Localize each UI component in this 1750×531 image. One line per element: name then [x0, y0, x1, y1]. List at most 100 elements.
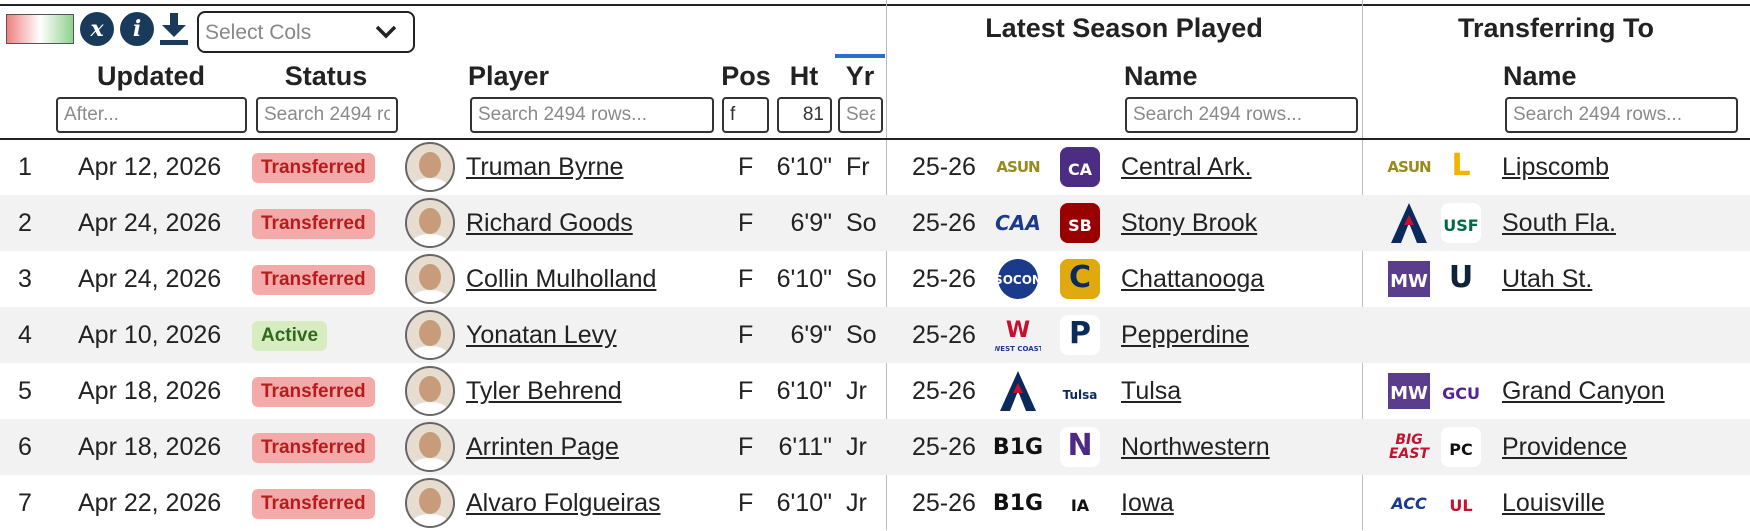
svg-text:W: W: [1006, 318, 1030, 343]
table-row[interactable]: 3 Apr 24, 2026 Transferred Collin Mulhollan…: [0, 251, 1750, 307]
school-name-link[interactable]: Tulsa: [1121, 363, 1181, 419]
school-name-link[interactable]: Iowa: [1121, 475, 1174, 531]
height: 6'10": [776, 265, 832, 293]
to-school-name-link[interactable]: Utah St.: [1502, 251, 1592, 307]
school-name-link[interactable]: Northwestern: [1121, 419, 1270, 475]
position: F: [738, 321, 754, 349]
school-name-link[interactable]: Stony Brook: [1121, 195, 1257, 251]
player-name-link[interactable]: Tyler Behrend: [466, 363, 622, 419]
avatar: [405, 422, 455, 472]
year: Jr: [846, 377, 867, 405]
player-name-link[interactable]: Yonatan Levy: [466, 307, 617, 363]
col-header-pos[interactable]: Pos: [716, 61, 776, 92]
clear-filters-icon[interactable]: x: [80, 12, 114, 46]
avatar-head: [419, 320, 441, 346]
col-header-updated[interactable]: Updated: [56, 61, 246, 92]
to-school-name-link[interactable]: Providence: [1502, 419, 1627, 475]
svg-text:PC: PC: [1449, 440, 1472, 459]
col-header-season-name[interactable]: Name: [1124, 61, 1234, 92]
school-logo-icon: P: [1057, 315, 1103, 355]
status-badge: Transferred: [252, 433, 375, 463]
to-school-logo-icon: U: [1438, 259, 1484, 299]
to-school-name-link[interactable]: Louisville: [1502, 475, 1605, 531]
player-name-link[interactable]: Collin Mulholland: [466, 251, 656, 307]
col-header-transfer-name[interactable]: Name: [1503, 61, 1613, 92]
table-row[interactable]: 5 Apr 18, 2026 Transferred Tyler Behrend F 6'…: [0, 363, 1750, 419]
school-name-link[interactable]: Central Ark.: [1121, 139, 1252, 195]
school-name-link[interactable]: Pepperdine: [1121, 307, 1249, 363]
sort-indicator: [835, 54, 885, 58]
to-conference-logo-icon: MW: [1383, 371, 1435, 411]
updated-date: Apr 18, 2026: [78, 433, 222, 461]
school-name-link[interactable]: Chattanooga: [1121, 251, 1264, 307]
season: 25-26: [912, 377, 976, 405]
season: 25-26: [912, 321, 976, 349]
avatar: [405, 366, 455, 416]
latest-season-group-header: Latest Season Played: [985, 13, 1263, 43]
season: 25-26: [912, 433, 976, 461]
avatar-head: [419, 488, 441, 514]
to-school-logo-icon: L: [1438, 147, 1484, 187]
table-row[interactable]: 4 Apr 10, 2026 Active Yonatan Levy F 6'9" So 25…: [0, 307, 1750, 363]
school-logo-icon: Tulsa: [1057, 371, 1103, 411]
info-icon[interactable]: i: [120, 12, 154, 46]
svg-text:CA: CA: [1068, 160, 1093, 179]
status-badge: Transferred: [252, 153, 375, 183]
updated-date: Apr 10, 2026: [78, 321, 222, 349]
transfer-name-filter-input[interactable]: [1505, 97, 1738, 133]
table-row[interactable]: 7 Apr 22, 2026 Transferred Alvaro Folgueira…: [0, 475, 1750, 531]
season-name-filter-input[interactable]: [1125, 97, 1358, 133]
height: 6'9": [790, 209, 832, 237]
player-name-link[interactable]: Richard Goods: [466, 195, 633, 251]
player-name-link[interactable]: Alvaro Folgueiras: [466, 475, 661, 531]
year: So: [846, 321, 877, 349]
school-logo-icon: C: [1057, 259, 1103, 299]
avatar-body: [411, 290, 449, 302]
to-school-name-link[interactable]: Grand Canyon: [1502, 363, 1665, 419]
row-number: 1: [18, 153, 32, 181]
player-name-link[interactable]: Arrinten Page: [466, 419, 619, 475]
season: 25-26: [912, 153, 976, 181]
season: 25-26: [912, 209, 976, 237]
avatar: [405, 198, 455, 248]
col-header-player[interactable]: Player: [468, 61, 578, 92]
status-filter-input[interactable]: [256, 97, 398, 133]
school-logo-icon: CA: [1057, 147, 1103, 187]
select-cols-dropdown[interactable]: Select Cols: [197, 11, 415, 53]
download-icon[interactable]: [158, 12, 190, 46]
to-school-name-link[interactable]: South Fla.: [1502, 195, 1616, 251]
to-conference-logo-icon: BIG EAST: [1388, 432, 1430, 462]
conference-logo-icon: B1G: [992, 490, 1044, 516]
avatar-head: [419, 376, 441, 402]
table-row[interactable]: 6 Apr 18, 2026 Transferred Arrinten Page F 6'…: [0, 419, 1750, 475]
svg-text:U: U: [1449, 260, 1473, 295]
status-badge: Transferred: [252, 265, 375, 295]
to-school-name-link[interactable]: Lipscomb: [1502, 139, 1609, 195]
conference-logo-icon: SOCON: [992, 259, 1044, 299]
top-border: [0, 4, 1750, 6]
table-row[interactable]: 1 Apr 12, 2026 Transferred Truman Byrne F 6'1…: [0, 139, 1750, 195]
to-conference-logo-icon: [1383, 203, 1435, 243]
updated-date: Apr 24, 2026: [78, 265, 222, 293]
svg-text:WEST COAST: WEST COAST: [995, 345, 1041, 353]
avatar-body: [411, 458, 449, 470]
ht-filter-input[interactable]: [777, 97, 832, 133]
height: 6'11": [778, 433, 832, 461]
updated-filter-input[interactable]: [56, 97, 247, 133]
col-header-status[interactable]: Status: [256, 61, 396, 92]
avatar: [405, 310, 455, 360]
status-badge: Transferred: [252, 209, 375, 239]
player-name-link[interactable]: Truman Byrne: [466, 139, 623, 195]
player-filter-input[interactable]: [470, 97, 714, 133]
table-row[interactable]: 2 Apr 24, 2026 Transferred Richard Goods F 6'…: [0, 195, 1750, 251]
col-header-ht[interactable]: Ht: [778, 61, 830, 92]
gradient-swatch-icon[interactable]: [6, 14, 74, 44]
svg-text:GCU: GCU: [1442, 384, 1480, 403]
pos-filter-input[interactable]: [722, 97, 769, 133]
col-header-yr[interactable]: Yr: [836, 61, 884, 92]
yr-filter-input[interactable]: [838, 97, 883, 133]
to-school-logo-icon: GCU: [1438, 371, 1484, 411]
position: F: [738, 209, 754, 237]
avatar: [405, 478, 455, 528]
svg-text:Tulsa: Tulsa: [1063, 388, 1098, 402]
